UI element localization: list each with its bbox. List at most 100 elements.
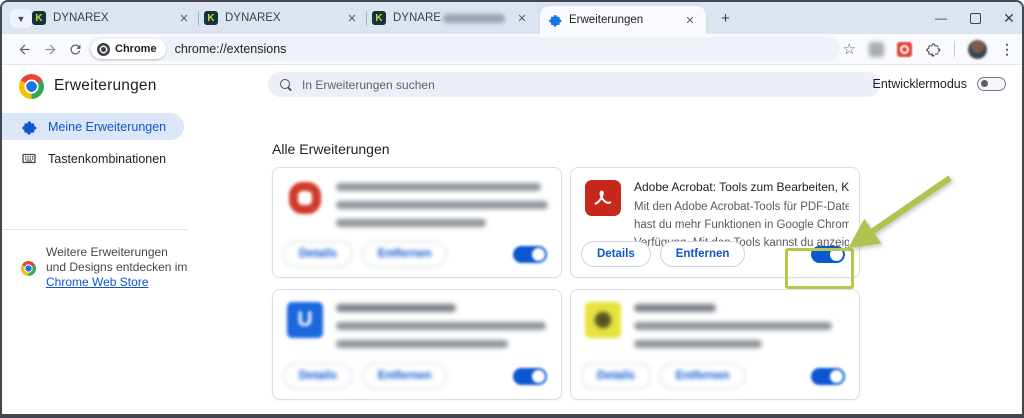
sidebar-item-label: Meine Erweiterungen	[48, 120, 166, 134]
sidebar-item-my-extensions[interactable]: Meine Erweiterungen	[2, 113, 184, 140]
yellow-security-icon	[585, 302, 621, 338]
extensions-puzzle-icon	[548, 13, 562, 27]
tab-dynarex-3[interactable]: K DYNARE ✕	[372, 2, 530, 34]
browser-toolbar: Chrome chrome://extensions ☆ ⋮	[2, 34, 1022, 65]
extension-card-redacted-1: Details Entfernen	[272, 167, 562, 278]
remove-button[interactable]: Entfernen	[362, 241, 448, 267]
bookmark-star-icon[interactable]: ☆	[843, 40, 856, 58]
redacted-text-block	[336, 180, 551, 237]
blue-password-icon: U	[287, 302, 323, 338]
tab-dynarex-2[interactable]: K DYNAREX ✕	[204, 2, 360, 34]
adobe-acrobat-toggle[interactable]	[811, 246, 845, 263]
extensions-page: Erweiterungen Entwicklermodus Meine Erwe…	[2, 65, 1022, 414]
window-controls: — ✕	[934, 2, 1016, 34]
redacted-tab-text	[443, 14, 505, 23]
extension-toggle[interactable]	[513, 368, 547, 385]
extension-toggle[interactable]	[811, 368, 845, 385]
sidebar-divider	[2, 229, 188, 230]
tab-title: DYNAREX	[225, 12, 281, 24]
extension-toggle[interactable]	[513, 246, 547, 263]
extension-card-redacted-2: U Details Entfernen	[272, 289, 562, 400]
chrome-web-store-icon	[21, 261, 36, 276]
forward-button[interactable]	[40, 39, 60, 59]
sidebar-item-label: Tastenkombinationen	[48, 152, 166, 166]
toggle-knob	[981, 80, 988, 87]
developer-mode-label: Entwicklermodus	[873, 77, 967, 91]
toolbar-divider	[954, 41, 955, 57]
search-icon	[280, 79, 292, 91]
profile-avatar[interactable]	[968, 40, 987, 59]
developer-mode-toggle[interactable]	[977, 77, 1006, 91]
toggle-knob	[532, 248, 545, 261]
remove-button[interactable]: Entfernen	[660, 241, 746, 267]
reload-button[interactable]	[65, 39, 85, 59]
new-tab-button[interactable]: +	[716, 9, 735, 28]
extension-card-adobe-acrobat: Adobe Acrobat: Tools zum Bearbeiten, Kon…	[570, 167, 860, 278]
sidebar-item-keyboard-shortcuts[interactable]: Tastenkombinationen	[2, 145, 184, 172]
puzzle-icon	[21, 119, 37, 135]
maximize-icon	[970, 13, 981, 24]
close-window-button[interactable]: ✕	[1002, 11, 1016, 25]
menu-dots-icon[interactable]: ⋮	[1000, 41, 1014, 58]
toggle-knob	[830, 248, 843, 261]
url-text: chrome://extensions	[175, 42, 287, 56]
tab-separator	[198, 11, 199, 26]
remove-button[interactable]: Entfernen	[362, 363, 448, 389]
details-button[interactable]: Details	[581, 363, 651, 389]
adblock-red-icon	[287, 180, 323, 216]
tab-dynarex-1[interactable]: K DYNAREX ✕	[32, 2, 192, 34]
footer-text-line2: und Designs entdecken im	[46, 260, 187, 274]
keyboard-icon	[21, 151, 37, 167]
adblock-toolbar-icon[interactable]	[897, 42, 912, 57]
page-header: Erweiterungen Entwicklermodus	[2, 65, 1022, 109]
tab-separator	[366, 11, 367, 26]
tab-title: Erweiterungen	[569, 14, 643, 26]
back-button[interactable]	[14, 39, 34, 59]
dynarex-favicon: K	[204, 11, 218, 25]
tab-title: DYNAREX	[53, 12, 109, 24]
tab-close-icon[interactable]: ✕	[176, 10, 192, 26]
tab-close-icon[interactable]: ✕	[514, 10, 530, 26]
tab-strip: ▼ K DYNAREX ✕ K DYNAREX ✕ K DYNARE ✕ Erw…	[2, 2, 1022, 34]
chevron-down-icon: ▼	[17, 14, 26, 24]
reload-icon	[68, 42, 83, 57]
redacted-extension-icon[interactable]	[869, 42, 884, 57]
address-bar[interactable]: Chrome chrome://extensions	[88, 37, 840, 61]
extensions-search[interactable]	[268, 72, 880, 97]
tab-close-icon[interactable]: ✕	[344, 10, 360, 26]
details-button[interactable]: Details	[283, 363, 353, 389]
minimize-button[interactable]: —	[934, 11, 948, 25]
browser-window: ▼ K DYNAREX ✕ K DYNAREX ✕ K DYNARE ✕ Erw…	[0, 0, 1024, 418]
toggle-knob	[830, 370, 843, 383]
tab-search-button[interactable]: ▼	[10, 9, 32, 28]
chrome-web-store-link[interactable]: Chrome Web Store	[46, 275, 149, 289]
chrome-mono-icon	[97, 43, 110, 56]
adobe-acrobat-icon	[585, 180, 621, 216]
search-input[interactable]	[300, 77, 868, 93]
extension-title: Adobe Acrobat: Tools zum Bearbeiten, Kon…	[634, 180, 849, 194]
dynarex-favicon: K	[372, 11, 386, 25]
page-title: Erweiterungen	[54, 77, 157, 95]
toggle-knob	[532, 370, 545, 383]
maximize-button[interactable]	[968, 11, 982, 25]
tab-close-icon[interactable]: ✕	[682, 12, 698, 28]
extension-card-redacted-3: Details Entfernen	[570, 289, 860, 400]
extension-description-line: Mit den Adobe Acrobat-Tools für PDF-Date…	[634, 198, 849, 216]
redacted-text-block	[634, 302, 849, 358]
extension-description-line: hast du mehr Funktionen in Google Chrome…	[634, 216, 849, 234]
sidebar: Meine Erweiterungen Tastenkombinationen …	[2, 109, 262, 414]
chip-label: Chrome	[115, 43, 157, 55]
remove-button[interactable]: Entfernen	[660, 363, 746, 389]
section-heading: Alle Erweiterungen	[272, 141, 390, 157]
extensions-menu-icon[interactable]	[925, 41, 941, 57]
tab-title: DYNARE	[393, 12, 441, 24]
developer-mode-control: Entwicklermodus	[873, 77, 1006, 91]
footer-text-line1: Weitere Erweiterungen	[46, 245, 168, 259]
chrome-logo-icon	[19, 74, 44, 99]
chrome-url-chip: Chrome	[91, 39, 166, 59]
back-arrow-icon	[17, 42, 32, 57]
details-button[interactable]: Details	[581, 241, 651, 267]
tab-extensions-active[interactable]: Erweiterungen ✕	[540, 6, 706, 34]
forward-arrow-icon	[43, 42, 58, 57]
details-button[interactable]: Details	[283, 241, 353, 267]
